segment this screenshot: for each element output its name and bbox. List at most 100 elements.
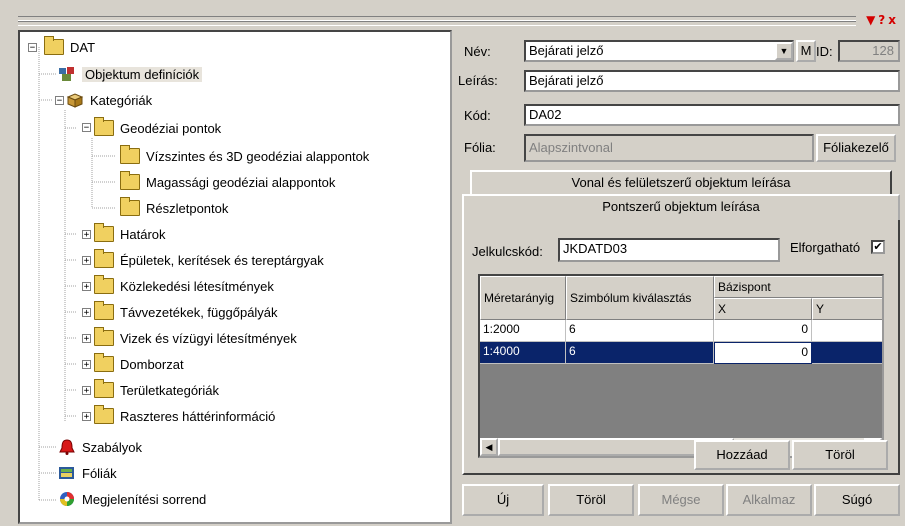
folder-icon [94, 405, 114, 424]
tree-item-display-order[interactable]: Megjelenítési sorrend [58, 487, 206, 511]
name-combo[interactable]: Bejárati jelző [524, 40, 794, 62]
tree-item-water[interactable]: Vizek és vízügyi létesítmények [94, 326, 297, 350]
cancel-button[interactable]: Mégse [638, 484, 724, 516]
symbol-code-label: Jelkulcskód: [472, 244, 543, 259]
tree-item-land-categories[interactable]: Területkategóriák [94, 378, 219, 402]
expand-toggle[interactable]: + [82, 308, 91, 318]
folder-icon [94, 223, 114, 242]
folder-icon [94, 117, 114, 136]
tree-item-label: Megjelenítési sorrend [82, 491, 207, 507]
toolbar-grip-bar: ▼?x [0, 0, 905, 30]
folder-icon [94, 249, 114, 268]
tree-item-label: DAT [70, 39, 96, 55]
description-label: Leírás: [458, 73, 498, 88]
description-field[interactable]: Bejárati jelző [524, 70, 900, 92]
cell-y [812, 342, 882, 364]
box-icon [66, 93, 84, 108]
column-header-symbol[interactable]: Szimbólum kiválasztás [566, 276, 714, 320]
tree-item-height-points[interactable]: Magassági geodéziai alappontok [120, 170, 335, 194]
folder-icon [94, 275, 114, 294]
expand-toggle[interactable]: + [82, 256, 91, 266]
column-header-x[interactable]: X [714, 298, 812, 320]
code-field[interactable]: DA02 [524, 104, 900, 126]
m-button[interactable]: M [796, 40, 816, 62]
collapse-toggle[interactable]: − [55, 96, 64, 106]
expand-toggle[interactable]: + [82, 230, 91, 240]
grip-line-bottom [18, 21, 856, 26]
folder-icon [120, 197, 140, 216]
tab-point-description[interactable]: Pontszerű objektum leírása [462, 194, 900, 220]
tree-item-label: Részletpontok [146, 200, 229, 216]
object-tree-panel[interactable]: − DAT Objektum definíciók − Kategóriák −… [18, 30, 452, 524]
folder-icon [94, 327, 114, 346]
tree-item-label: Vizek és vízügyi létesítmények [120, 330, 297, 346]
folder-icon [120, 171, 140, 190]
id-field: 128 [838, 40, 900, 62]
dropdown-arrow-icon[interactable]: ▼ [775, 42, 793, 60]
folder-icon [94, 353, 114, 372]
id-label: ID: [816, 44, 833, 59]
apply-button[interactable]: Alkalmaz [726, 484, 812, 516]
bell-icon [59, 439, 75, 455]
symbol-scale-table[interactable]: Méretarányig Szimbólum kiválasztás Bázis… [478, 274, 884, 458]
tree-item-label: Geodéziai pontok [120, 120, 222, 136]
column-header-y[interactable]: Y [812, 298, 882, 320]
cell-symbol: 6 [566, 320, 714, 342]
tree-item-transport[interactable]: Közlekedési létesítmények [94, 274, 274, 298]
collapse-toggle[interactable]: − [82, 123, 91, 133]
tree-item-objects[interactable]: Objektum definíciók [58, 62, 203, 86]
layers-icon [59, 467, 74, 479]
scroll-left-icon[interactable]: ◀ [480, 438, 498, 456]
tree-item-label: Objektum definíciók [82, 66, 203, 82]
name-value: Bejárati jelző [529, 43, 604, 58]
tab-line-area-description[interactable]: Vonal és felületszerű objektum leírása [470, 170, 892, 196]
layer-field: Alapszintvonal [524, 134, 814, 162]
column-header-scale[interactable]: Méretarányig [480, 276, 566, 320]
tree-item-layers[interactable]: Fóliák [58, 461, 117, 485]
tree-item-rules[interactable]: Szabályok [58, 435, 142, 459]
tree-item-label: Épületek, kerítések és tereptárgyak [120, 252, 324, 268]
cell-symbol: 6 [566, 342, 714, 364]
add-button[interactable]: Hozzáad [694, 440, 790, 470]
new-button[interactable]: Új [462, 484, 544, 516]
column-header-base-point: Bázispont [714, 276, 882, 298]
tree-item-raster[interactable]: Raszteres háttérinformáció [94, 404, 275, 428]
expand-toggle[interactable]: + [82, 412, 91, 422]
tree-item-label: Közlekedési létesítmények [120, 278, 274, 294]
tree-item-label: Domborzat [120, 356, 184, 372]
tree-item-boundaries[interactable]: Határok [94, 222, 166, 246]
expand-toggle[interactable]: + [82, 334, 91, 344]
tree-item-label: Távvezetékek, függőpályák [120, 304, 278, 320]
remove-row-button[interactable]: Töröl [792, 440, 888, 470]
tree-item-label: Raszteres háttérinformáció [120, 408, 276, 424]
tree-item-label: Vízszintes és 3D geodéziai alappontok [146, 148, 370, 164]
expand-toggle[interactable]: + [82, 360, 91, 370]
tree-item-powerlines[interactable]: Távvezetékek, függőpályák [94, 300, 278, 324]
code-label: Kód: [464, 108, 491, 123]
tree-item-horizontal-points[interactable]: Vízszintes és 3D geodéziai alappontok [120, 144, 369, 168]
color-wheel-icon [60, 492, 74, 506]
collapse-toggle[interactable]: − [28, 43, 37, 53]
symbol-code-field[interactable]: JKDATD03 [558, 238, 780, 262]
tree-item-label: Kategóriák [90, 92, 153, 108]
window-controls[interactable]: ▼?x [866, 13, 899, 27]
rotatable-checkbox[interactable]: ✔ [871, 240, 885, 254]
tree-item-relief[interactable]: Domborzat [94, 352, 184, 376]
help-button[interactable]: Súgó [814, 484, 900, 516]
expand-toggle[interactable]: + [82, 282, 91, 292]
object-detail-panel: Név: Bejárati jelző ▼ M ID: 128 Leírás: … [458, 30, 905, 526]
expand-toggle[interactable]: + [82, 386, 91, 396]
cell-x-editing[interactable]: 0 [714, 342, 812, 364]
tree-item-buildings[interactable]: Épületek, kerítések és tereptárgyak [94, 248, 324, 272]
tree-item-label: Határok [120, 226, 166, 242]
cell-y [812, 320, 882, 342]
objects-icon [59, 67, 74, 81]
folder-icon [120, 145, 140, 164]
layer-manager-button[interactable]: Fóliakezelő [816, 134, 896, 162]
tree-item-categories[interactable]: Kategóriák [66, 88, 152, 112]
delete-button[interactable]: Töröl [548, 484, 634, 516]
tree-item-geodetic-points[interactable]: Geodéziai pontok [94, 116, 221, 140]
tree-item-label: Magassági geodéziai alappontok [146, 174, 336, 190]
tree-item-detail-points[interactable]: Részletpontok [120, 196, 228, 220]
tree-item-dat[interactable]: DAT [44, 35, 95, 59]
